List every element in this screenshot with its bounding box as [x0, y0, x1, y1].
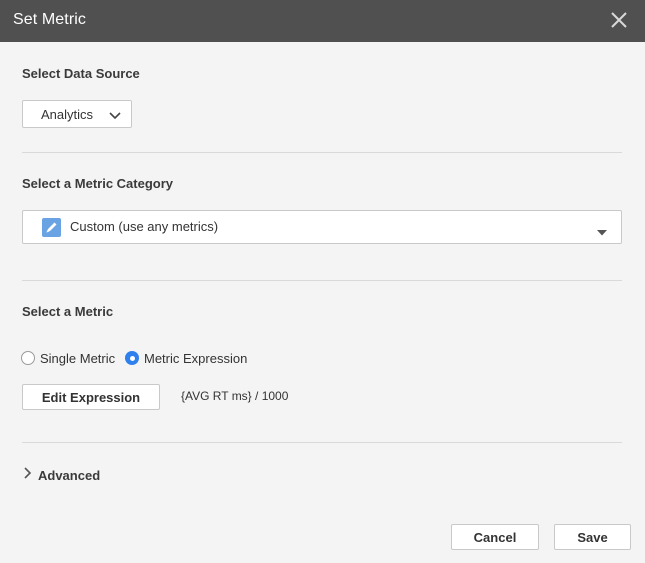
data-source-heading: Select Data Source [22, 66, 140, 81]
save-button[interactable]: Save [554, 524, 631, 550]
edit-expression-button[interactable]: Edit Expression [22, 384, 160, 410]
dialog-title: Set Metric [13, 11, 87, 28]
metric-expression-label: Metric Expression [144, 350, 248, 366]
chevron-right-icon [22, 466, 32, 484]
pencil-icon [42, 218, 61, 237]
metric-category-select[interactable]: Custom (use any metrics) [22, 210, 622, 244]
metric-category-value: Custom (use any metrics) [70, 219, 219, 234]
single-metric-radio-option[interactable]: Single Metric [21, 349, 115, 367]
divider [22, 280, 622, 281]
metric-category-heading: Select a Metric Category [22, 176, 174, 191]
dialog-header: Set Metric [0, 0, 645, 42]
data-source-dropdown[interactable]: Analytics [22, 100, 132, 128]
expression-text: {AVG RT ms} / 1000 [181, 389, 289, 403]
cancel-button[interactable]: Cancel [451, 524, 539, 550]
metric-expression-radio[interactable] [125, 351, 139, 365]
single-metric-label: Single Metric [40, 350, 116, 366]
chevron-down-icon [109, 109, 121, 124]
advanced-label: Advanced [38, 467, 101, 483]
metric-heading: Select a Metric [22, 304, 114, 319]
divider [22, 152, 622, 153]
advanced-toggle[interactable]: Advanced [22, 466, 100, 484]
metric-expression-radio-option[interactable]: Metric Expression [125, 349, 247, 367]
single-metric-radio[interactable] [21, 351, 35, 365]
data-source-value: Analytics [41, 106, 94, 122]
caret-down-icon [596, 224, 608, 242]
divider [22, 442, 622, 443]
close-icon[interactable] [608, 9, 630, 31]
